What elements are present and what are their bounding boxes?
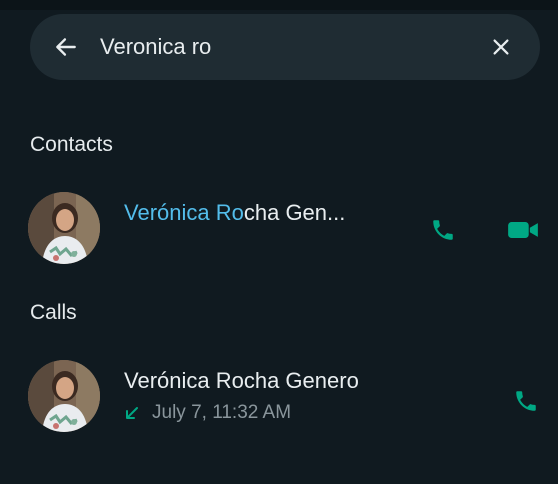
video-camera-icon: [508, 222, 538, 238]
search-bar: [30, 14, 540, 80]
caller-name: Verónica Rocha Genero: [124, 368, 359, 393]
contact-row[interactable]: Verónica Rocha Gen...: [0, 182, 558, 274]
call-details: July 7, 11:32 AM: [124, 402, 291, 424]
search-match-text: Verónica Ro: [124, 200, 244, 225]
avatar[interactable]: [28, 192, 100, 264]
video-call-button[interactable]: [503, 210, 543, 250]
contacts-section-title: Contacts: [30, 133, 113, 156]
contact-name-rest: cha Gen...: [243, 200, 346, 225]
back-button[interactable]: [48, 29, 84, 65]
close-icon: [493, 39, 509, 55]
call-back-button[interactable]: [506, 381, 546, 421]
clear-search-button[interactable]: [484, 30, 518, 64]
voice-call-button[interactable]: [423, 210, 463, 250]
arrow-left-icon: [56, 38, 76, 56]
incoming-arrow-icon: [124, 405, 140, 421]
phone-icon: [516, 391, 536, 411]
call-time: July 7, 11:32 AM: [152, 402, 292, 423]
status-strip: [0, 0, 558, 10]
avatar[interactable]: [28, 360, 100, 432]
contact-name: Verónica Rocha Gen...: [124, 200, 345, 226]
phone-icon: [433, 220, 453, 240]
call-log-row[interactable]: Verónica Rocha Genero July 7, 11:32 AM: [0, 350, 558, 442]
search-input[interactable]: [100, 27, 470, 67]
calls-section-title: Calls: [30, 301, 77, 324]
